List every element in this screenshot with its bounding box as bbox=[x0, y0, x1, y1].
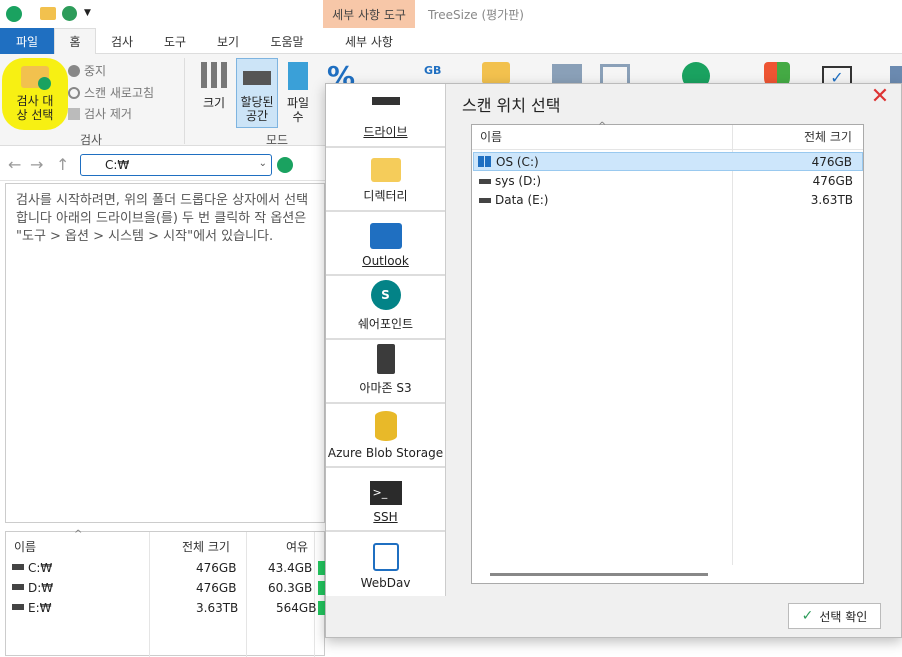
tab-file[interactable]: 파일 bbox=[0, 28, 54, 54]
source-sharepoint[interactable]: S 쉐어포인트 bbox=[326, 276, 445, 340]
gb-button[interactable]: GB bbox=[424, 64, 441, 77]
col-name[interactable]: 이름 bbox=[14, 538, 36, 555]
horizontal-scrollbar[interactable] bbox=[490, 573, 708, 576]
start-scan-icon[interactable] bbox=[277, 157, 293, 173]
divider bbox=[184, 58, 185, 144]
remove-scan-button[interactable]: 검사 제거 bbox=[68, 105, 132, 122]
quick-access-dropdown-icon[interactable]: ▼ bbox=[84, 8, 91, 18]
folder-scan-icon[interactable] bbox=[40, 7, 56, 20]
info-text: 검사를 시작하려면, 위의 폴더 드롭다운 상자에서 선택합니다 아래의 드라이… bbox=[16, 193, 309, 244]
sharepoint-icon: S bbox=[370, 280, 401, 310]
col-name[interactable]: 이름 bbox=[480, 125, 502, 149]
remove-icon bbox=[68, 107, 80, 120]
up-arrow-icon[interactable]: ↑ bbox=[56, 155, 69, 174]
chevron-down-icon: ⌄ bbox=[258, 158, 267, 169]
group-mode-label: 모드 bbox=[266, 133, 289, 147]
drive-icon bbox=[371, 97, 400, 105]
terminal-icon: >_ bbox=[369, 481, 402, 505]
table-row[interactable]: OS (C:) 476GB bbox=[473, 152, 863, 171]
table-row[interactable]: sys (D:) 476GB bbox=[473, 172, 863, 191]
tab-scan[interactable]: 검사 bbox=[100, 28, 144, 54]
refresh-icon[interactable] bbox=[62, 6, 77, 21]
select-target-button[interactable]: 검사 대상 선택 bbox=[6, 66, 64, 122]
dialog-title: 스캔 위치 선택 bbox=[462, 96, 561, 115]
table-row[interactable]: Data (E:) 3.63TB bbox=[473, 191, 863, 210]
drive-icon bbox=[12, 564, 24, 570]
rescan-button[interactable]: 스캔 새로고침 bbox=[68, 84, 154, 101]
new-folder-icon[interactable] bbox=[482, 62, 510, 84]
drive-icon bbox=[12, 604, 24, 610]
context-tab-header: 세부 사항 도구 bbox=[323, 0, 415, 28]
divider bbox=[472, 149, 863, 150]
bars-icon bbox=[201, 62, 227, 88]
folder-icon bbox=[370, 158, 401, 182]
outlook-icon bbox=[369, 223, 402, 249]
tab-tools[interactable]: 도구 bbox=[150, 28, 200, 54]
source-sidebar: 드라이브 디렉터리 Outlook S 쉐어포인트 아마존 S3 Azure B… bbox=[326, 84, 446, 596]
drive-icon bbox=[479, 198, 491, 203]
confirm-selection-button[interactable]: ✓ 선택 확인 bbox=[788, 603, 881, 629]
server-icon bbox=[376, 344, 395, 374]
source-ssh[interactable]: >_ SSH bbox=[326, 468, 445, 532]
drive-icon bbox=[243, 71, 271, 85]
size-mode-button[interactable]: 크기 bbox=[196, 62, 232, 110]
edge-icon bbox=[372, 543, 399, 571]
info-pane: 검사를 시작하려면, 위의 폴더 드롭다운 상자에서 선택합니다 아래의 드라이… bbox=[5, 183, 325, 523]
table-row[interactable]: C:₩ 476GB 43.4GB bbox=[6, 559, 326, 579]
drive-icon bbox=[12, 584, 24, 590]
tab-details[interactable]: 세부 사항 bbox=[323, 28, 415, 54]
source-webdav[interactable]: WebDav bbox=[326, 532, 445, 596]
source-outlook[interactable]: Outlook bbox=[326, 212, 445, 276]
close-icon[interactable]: ✕ bbox=[866, 84, 894, 110]
database-icon bbox=[374, 411, 397, 441]
table-row[interactable]: D:₩ 476GB 60.3GB bbox=[6, 579, 326, 599]
col-total[interactable]: 전체 크기 bbox=[804, 125, 852, 149]
col-total[interactable]: 전체 크기 bbox=[182, 538, 230, 555]
back-arrow-icon[interactable]: ← bbox=[8, 155, 21, 174]
sort-up-icon: ^ bbox=[598, 121, 607, 132]
folder-play-icon bbox=[21, 66, 51, 90]
tab-home[interactable]: 홈 bbox=[54, 28, 96, 54]
drive-list: ^ 이름 전체 크기 여유 C:₩ 476GB 43.4GB D:₩ 476GB… bbox=[5, 529, 326, 657]
drive-icon bbox=[479, 179, 491, 184]
table-row[interactable]: E:₩ 3.63TB 564GB bbox=[6, 599, 326, 619]
app-title: TreeSize (평가판) bbox=[428, 8, 524, 22]
scan-location-dialog: 드라이브 디렉터리 Outlook S 쉐어포인트 아마존 S3 Azure B… bbox=[325, 83, 902, 638]
stop-button[interactable]: 중지 bbox=[68, 62, 106, 79]
check-icon: ✓ bbox=[801, 608, 814, 624]
source-azure-blob[interactable]: Azure Blob Storage bbox=[326, 404, 445, 468]
drive-table: ^ 이름 전체 크기 OS (C:) 476GB sys (D:) 476GB … bbox=[471, 121, 864, 584]
forward-arrow-icon[interactable]: → bbox=[30, 155, 43, 174]
rescan-icon bbox=[68, 86, 80, 99]
col-free[interactable]: 여유 bbox=[286, 538, 308, 555]
drive-list-header: 이름 전체 크기 여유 bbox=[6, 536, 326, 556]
allocated-mode-button[interactable]: 할당된 공간 bbox=[236, 58, 278, 128]
source-drive[interactable]: 드라이브 bbox=[326, 84, 445, 148]
source-amazon-s3[interactable]: 아마존 S3 bbox=[326, 340, 445, 404]
path-value: C:₩ bbox=[105, 158, 130, 172]
path-combobox[interactable]: C:₩ ⌄ bbox=[80, 154, 272, 176]
ribbon-tabs: 파일 홈 검사 도구 보기 도움말 세부 사항 bbox=[0, 28, 902, 54]
select-target-label: 검사 대상 선택 bbox=[16, 94, 54, 122]
tab-view[interactable]: 보기 bbox=[204, 28, 252, 54]
stop-icon bbox=[68, 64, 80, 77]
file-count-mode-button[interactable]: 파일 수 bbox=[282, 62, 314, 124]
files-icon bbox=[288, 62, 308, 90]
windows-drive-icon bbox=[478, 156, 491, 167]
source-directory[interactable]: 디렉터리 bbox=[326, 148, 445, 212]
group-scan-label: 검사 bbox=[80, 133, 103, 147]
tab-help[interactable]: 도움말 bbox=[258, 28, 316, 54]
app-logo-icon bbox=[6, 6, 22, 22]
